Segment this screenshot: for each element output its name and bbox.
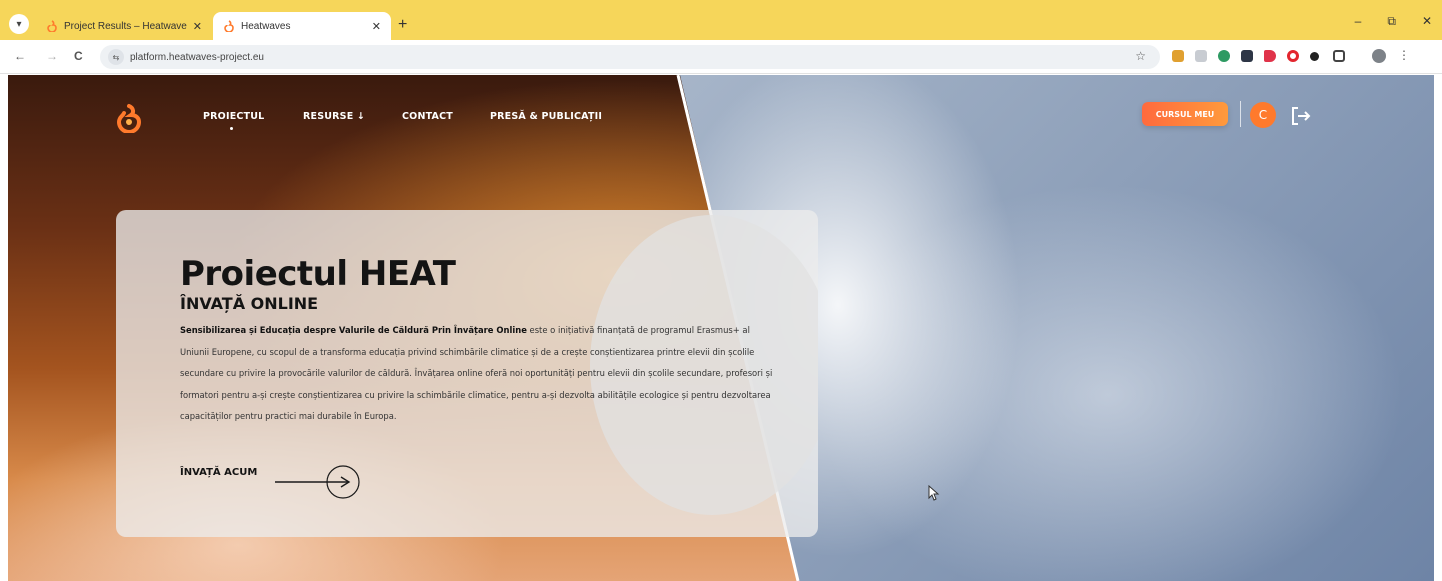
- nav-proiectul[interactable]: PROIECTUL: [203, 111, 264, 122]
- hero-subtitle: ÎNVAȚĂ ONLINE: [180, 294, 319, 313]
- nav-resurse[interactable]: RESURSE ↓: [303, 111, 365, 122]
- hero-title: Proiectul HEAT: [180, 254, 456, 294]
- browser-tab-project-results[interactable]: Project Results – Heatwaves ✕: [36, 12, 212, 40]
- mouse-cursor-icon: [928, 485, 940, 501]
- nav-contact[interactable]: CONTACT: [402, 111, 453, 122]
- header-divider: [1240, 101, 1241, 127]
- tab-close-icon[interactable]: ✕: [372, 20, 381, 33]
- heatwaves-favicon-icon: [223, 20, 235, 32]
- tab-title: Project Results – Heatwaves: [64, 20, 187, 32]
- tab-search-button[interactable]: ▾: [9, 14, 29, 34]
- extension-icon[interactable]: [1218, 50, 1230, 62]
- chevron-down-icon: ▾: [16, 18, 22, 30]
- profile-avatar-icon[interactable]: [1372, 49, 1386, 63]
- minimize-icon[interactable]: –: [1355, 14, 1362, 29]
- opera-icon[interactable]: [1287, 50, 1299, 62]
- window-controls: – ⧉ ✕: [1355, 14, 1432, 29]
- extension-icon[interactable]: [1172, 50, 1184, 62]
- extension-icon[interactable]: [1310, 52, 1319, 61]
- close-window-icon[interactable]: ✕: [1422, 14, 1432, 29]
- extensions-puzzle-icon[interactable]: [1333, 50, 1345, 62]
- reload-icon[interactable]: C: [74, 49, 83, 63]
- nav-presa-publicatii[interactable]: PRESĂ & PUBLICAȚII: [490, 111, 602, 122]
- extension-icon[interactable]: [1264, 50, 1276, 62]
- browser-titlebar: ▾ Project Results – Heatwaves ✕ Heatwave…: [0, 0, 1442, 40]
- new-tab-button[interactable]: +: [398, 15, 407, 35]
- hero-description-bold: Sensibilizarea și Educația despre Valuri…: [180, 325, 527, 335]
- site-info-icon[interactable]: ⇆: [108, 49, 124, 65]
- hero-description: Sensibilizarea și Educația despre Valuri…: [180, 320, 780, 428]
- restore-icon[interactable]: ⧉: [1387, 14, 1396, 29]
- browser-tab-heatwaves[interactable]: Heatwaves ✕: [213, 12, 391, 40]
- hero-description-rest: este o inițiativă finanțată de programul…: [180, 325, 773, 421]
- browser-toolbar: ← → C ⇆ platform.heatwaves-project.eu ☆ …: [0, 40, 1442, 74]
- my-course-button[interactable]: CURSUL MEU: [1142, 102, 1228, 126]
- extension-icon[interactable]: [1195, 50, 1207, 62]
- url-text: platform.heatwaves-project.eu: [130, 51, 264, 63]
- arrow-right-icon[interactable]: [271, 465, 361, 499]
- logout-icon[interactable]: [1288, 104, 1312, 128]
- learn-now-button[interactable]: ÎNVAȚĂ ACUM: [180, 467, 257, 478]
- webpage: PROIECTUL RESURSE ↓ CONTACT PRESĂ & PUBL…: [8, 75, 1434, 581]
- tab-title: Heatwaves: [241, 20, 291, 32]
- heatwaves-favicon-icon: [46, 20, 58, 32]
- extension-icon[interactable]: [1241, 50, 1253, 62]
- forward-icon[interactable]: →: [46, 49, 58, 63]
- bookmark-star-icon[interactable]: ☆: [1135, 49, 1146, 63]
- tab-close-icon[interactable]: ✕: [193, 20, 202, 33]
- back-icon[interactable]: ←: [14, 49, 26, 63]
- browser-menu-icon[interactable]: ⋮: [1398, 48, 1410, 62]
- heatwaves-logo-icon[interactable]: [114, 103, 144, 133]
- active-nav-indicator: [230, 127, 233, 130]
- learn-now-label: ÎNVAȚĂ ACUM: [180, 467, 258, 478]
- hero-card: Proiectul HEAT ÎNVAȚĂ ONLINE Sensibiliza…: [116, 210, 818, 537]
- address-bar[interactable]: ⇆ platform.heatwaves-project.eu ☆: [100, 45, 1160, 69]
- user-avatar[interactable]: C: [1250, 102, 1276, 128]
